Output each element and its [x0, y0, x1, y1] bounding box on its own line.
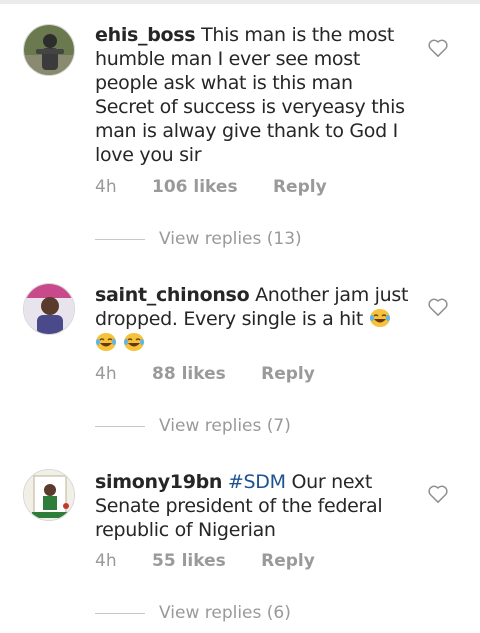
timestamp: 4h — [95, 364, 117, 384]
heart-icon[interactable] — [427, 38, 449, 58]
replies-divider — [95, 426, 145, 427]
comment-text: saint_chinonso Another jam just dropped.… — [95, 283, 415, 355]
username-link[interactable]: ehis_boss — [95, 24, 196, 46]
likes-count[interactable]: 88 likes — [152, 364, 226, 384]
top-divider — [0, 0, 480, 4]
laughing-emoji-icon — [96, 333, 116, 351]
reply-button[interactable]: Reply — [261, 551, 315, 571]
comment-text: ehis_boss This man is the most humble ma… — [95, 23, 415, 167]
view-replies-label: View replies (6) — [159, 603, 291, 623]
comment-meta: 4h 55 likes Reply — [95, 551, 345, 571]
timestamp: 4h — [95, 177, 117, 197]
likes-count[interactable]: 106 likes — [152, 177, 238, 197]
username-link[interactable]: simony19bn — [95, 471, 222, 493]
heart-icon[interactable] — [427, 297, 449, 317]
replies-divider — [95, 239, 145, 240]
comment-text: simony19bn #SDM Our next Senate presiden… — [95, 470, 415, 542]
reply-button[interactable]: Reply — [261, 364, 315, 384]
likes-count[interactable]: 55 likes — [152, 551, 226, 571]
username-link[interactable]: saint_chinonso — [95, 284, 250, 306]
view-replies-label: View replies (13) — [159, 229, 302, 249]
view-replies-label: View replies (7) — [159, 416, 291, 436]
reply-button[interactable]: Reply — [273, 177, 327, 197]
comment-meta: 4h 88 likes Reply — [95, 364, 345, 384]
user-avatar-photo-icon — [24, 470, 74, 520]
avatar[interactable] — [23, 24, 75, 76]
timestamp: 4h — [95, 551, 117, 571]
replies-divider — [95, 613, 145, 614]
user-avatar-photo-icon — [24, 284, 74, 334]
laughing-emoji-icon — [124, 333, 144, 351]
hashtag-link[interactable]: #SDM — [228, 471, 286, 493]
avatar[interactable] — [23, 283, 75, 335]
heart-icon[interactable] — [427, 484, 449, 504]
laughing-emoji-icon — [369, 309, 390, 327]
avatar[interactable] — [23, 469, 75, 521]
user-avatar-photo-icon — [24, 25, 74, 75]
comment-meta: 4h 106 likes Reply — [95, 177, 357, 197]
